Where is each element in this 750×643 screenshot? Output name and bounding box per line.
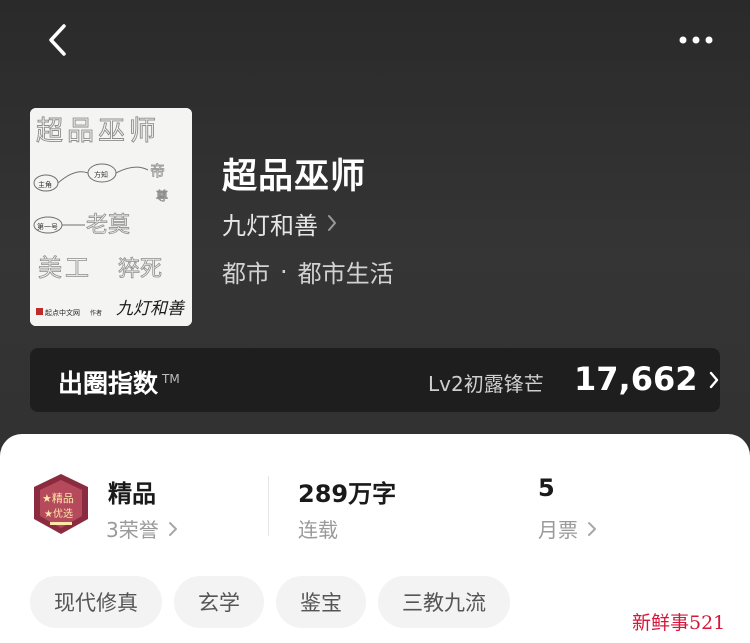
honors-link[interactable]: 3荣誉: [106, 514, 181, 543]
publisher-logo: [36, 308, 43, 315]
tag-list: 现代修真 玄学 鉴宝 三教九流: [30, 576, 510, 628]
genre-label[interactable]: 都市: [222, 254, 270, 289]
index-label-wrap: 出圈指数 TM: [58, 364, 180, 400]
cover-scribble: 美工: [38, 254, 92, 282]
cover-scribble: 帝: [150, 162, 165, 180]
subgenre-label[interactable]: 都市生活: [298, 254, 394, 289]
tag-chip[interactable]: 三教九流: [378, 576, 510, 628]
cover-node-1-label: 主角: [38, 180, 52, 189]
quality-label: 精品: [108, 480, 156, 508]
tag-chip[interactable]: 玄学: [174, 576, 264, 628]
book-cover[interactable]: 超品巫师 主角 方知 帝 尊 第一号 老莫 美工 猝死 起点中文网 作者 九灯和…: [30, 108, 192, 326]
chevron-left-icon: [49, 24, 66, 56]
chevron-right-icon: [328, 215, 336, 231]
cover-scribble: 尊: [156, 188, 168, 203]
cover-scribble: 老莫: [86, 213, 130, 238]
cover-node-2-label: 方知: [94, 170, 108, 179]
cover-author-signature: 九灯和善: [116, 299, 186, 319]
honors-count: 3荣誉: [106, 518, 159, 542]
tag-chip[interactable]: 鉴宝: [276, 576, 366, 628]
more-button[interactable]: [672, 22, 720, 58]
word-count-unit: 万字: [348, 480, 397, 508]
genre-separator: ·: [280, 257, 288, 286]
chevron-right-icon: [168, 521, 177, 536]
book-title: 超品巫师: [222, 157, 367, 197]
index-value: 17,662: [574, 360, 698, 398]
stats-divider: [268, 476, 269, 536]
cover-scribble: 猝死: [118, 257, 162, 282]
svg-text:★优选: ★优选: [44, 507, 73, 520]
back-button[interactable]: [40, 20, 80, 60]
cover-node-3-label: 第一号: [37, 222, 58, 231]
svg-text:★精品: ★精品: [42, 492, 74, 505]
cover-author-suffix: 作者: [90, 309, 102, 317]
watermark: 新鲜事521: [632, 612, 726, 634]
trademark-mark: TM: [162, 371, 180, 386]
author-name: 九灯和善: [222, 211, 318, 240]
popularity-index-bar[interactable]: 出圈指数 TM Lv2初露锋芒 17,662: [30, 348, 720, 412]
cover-art: 超品巫师 主角 方知 帝 尊 第一号 老莫 美工 猝死 起点中文网 作者 九灯和…: [30, 108, 192, 326]
serial-status: 连载: [298, 518, 338, 542]
monthly-ticket-label: 月票: [538, 518, 578, 542]
word-count: 289万字: [298, 474, 396, 509]
monthly-ticket-link[interactable]: 月票: [538, 514, 600, 543]
index-level: Lv2初露锋芒: [428, 372, 544, 396]
author-link[interactable]: 九灯和善: [222, 206, 338, 240]
cover-title-text: 超品巫师: [36, 116, 160, 147]
cover-publisher: 起点中文网: [45, 308, 80, 317]
genre-row: 都市 · 都市生活: [222, 254, 394, 289]
more-dots-icon: [679, 36, 713, 44]
premium-badge-icon: ★精品 ★优选: [34, 474, 88, 534]
word-count-number: 289: [298, 480, 349, 508]
top-bar: [0, 0, 750, 80]
chevron-right-icon: [588, 521, 596, 536]
tag-chip[interactable]: 现代修真: [30, 576, 162, 628]
index-label: 出圈指数: [58, 369, 159, 398]
chevron-right-icon: [709, 371, 719, 389]
monthly-ticket-count: 5: [538, 474, 555, 502]
